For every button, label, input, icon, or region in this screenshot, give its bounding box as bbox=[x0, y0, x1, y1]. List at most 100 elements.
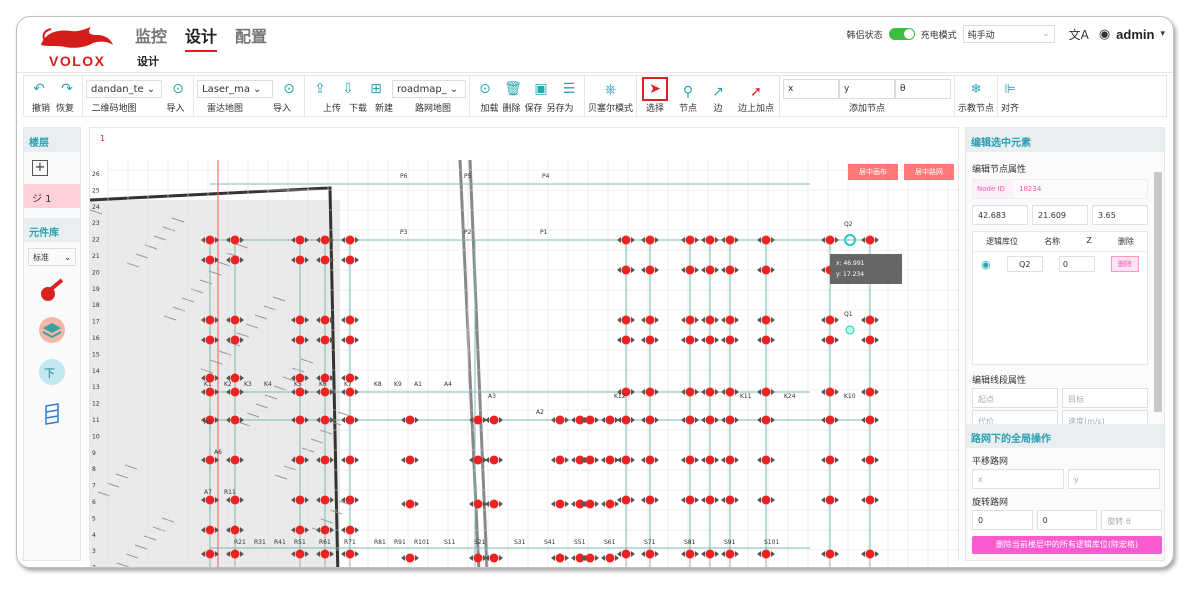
teach-node-group[interactable]: ❄ 示教节点 bbox=[955, 76, 999, 116]
edge-add-node-button[interactable]: ➚ 边上加点 bbox=[736, 83, 776, 114]
import-laser-button[interactable]: ⊙ bbox=[277, 80, 301, 98]
table-row: ◉ Q2 0 删除 bbox=[973, 252, 1147, 276]
delete-button[interactable]: 🗑 bbox=[501, 80, 525, 98]
road-node bbox=[865, 387, 875, 397]
align-group[interactable]: ⊫ 对齐 bbox=[998, 76, 1022, 116]
map-canvas[interactable]: 2625242322212019181716151413121110987654… bbox=[90, 160, 958, 568]
redo-button[interactable]: ↷ bbox=[55, 80, 79, 98]
download-button[interactable]: ⇩ bbox=[336, 80, 360, 98]
upload-button[interactable]: ⇪ bbox=[308, 80, 332, 98]
laser-map-group: Laser_ma ⌄ ⊙ 雷达地图 导入 bbox=[194, 76, 305, 116]
node-tool-button[interactable]: ⚲ 节点 bbox=[676, 83, 700, 114]
row-delete-button[interactable]: 删除 bbox=[1110, 256, 1139, 272]
subtab-design[interactable]: 设计 bbox=[137, 53, 159, 69]
rotate-theta-input[interactable]: 旋转 θ bbox=[1101, 510, 1163, 530]
delete-all-storage-button[interactable]: 删除当前楼层中的所有逻辑库位(除宏格) bbox=[972, 536, 1162, 554]
road-node bbox=[555, 553, 565, 563]
station-status-toggle[interactable] bbox=[888, 28, 915, 40]
road-node bbox=[645, 265, 655, 275]
row-z-input[interactable]: 0 bbox=[1058, 256, 1095, 272]
charge-mode-select[interactable]: 纯手动 ⌄ bbox=[962, 25, 1055, 43]
node-label: S71 bbox=[644, 539, 656, 546]
y-input[interactable]: y bbox=[839, 79, 896, 99]
add-node-label[interactable]: 添加节点 bbox=[849, 101, 885, 114]
undo-icon: ↶ bbox=[33, 81, 45, 97]
theta-input[interactable]: θ bbox=[895, 79, 952, 99]
y-tick-label: 11 bbox=[92, 417, 100, 424]
bezier-label: 贝塞尔模式 bbox=[588, 104, 634, 114]
station-status-label: 韩侣状态 bbox=[846, 30, 883, 41]
node-component-icon[interactable] bbox=[38, 274, 66, 302]
road-node bbox=[761, 315, 771, 325]
road-node bbox=[825, 495, 835, 505]
user-menu[interactable]: admin bbox=[1116, 27, 1154, 42]
rotate-y-input[interactable]: 0 bbox=[1036, 510, 1098, 530]
y-tick-label: 4 bbox=[92, 532, 96, 539]
canvas-panel: 1 26 25 24 23 22 21 20 19 18 17 16 15 14 13 12 11 10 9 8 7 6… bbox=[89, 127, 959, 567]
import-icon: ⊙ bbox=[283, 81, 295, 97]
bezier-group[interactable]: ⎈ 贝塞尔模式 bbox=[585, 76, 638, 116]
road-node bbox=[345, 525, 355, 535]
tab-config[interactable]: 配置 bbox=[235, 23, 267, 52]
translate-icon[interactable]: 文A bbox=[1069, 26, 1089, 43]
node-x-input[interactable]: 42.683 bbox=[972, 205, 1028, 225]
roadmap-select[interactable]: roadmap_ ⌄ bbox=[392, 80, 466, 98]
select-tool-button[interactable]: ➤ 选择 bbox=[640, 77, 670, 114]
road-node bbox=[555, 455, 565, 465]
load-button[interactable]: ⊙ bbox=[473, 80, 497, 98]
road-node bbox=[320, 415, 330, 425]
layers-icon[interactable] bbox=[38, 316, 66, 344]
qr-map-select[interactable]: dandan_te ⌄ bbox=[86, 80, 162, 98]
translate-x-input[interactable]: x bbox=[972, 469, 1064, 489]
station-component-icon[interactable]: 下 bbox=[38, 358, 66, 386]
x-input[interactable]: x bbox=[783, 79, 840, 99]
tab-monitor[interactable]: 监控 bbox=[135, 23, 167, 52]
rotate-x-input[interactable]: 0 bbox=[972, 510, 1033, 530]
road-node bbox=[685, 415, 695, 425]
new-button[interactable]: ⊞ bbox=[364, 80, 388, 98]
node-label: K7 bbox=[344, 381, 352, 388]
road-node bbox=[230, 525, 240, 535]
road-node bbox=[320, 387, 330, 397]
road-node bbox=[761, 387, 771, 397]
road-node bbox=[761, 495, 771, 505]
chevron-down-icon: ⌄ bbox=[449, 83, 459, 95]
segment-target-input[interactable]: 目标 bbox=[1062, 388, 1148, 408]
import-qr-button[interactable]: ⊙ bbox=[166, 80, 190, 98]
y-tick-label: 15 bbox=[92, 351, 100, 358]
tab-design[interactable]: 设计 bbox=[185, 23, 218, 52]
edge-tool-button[interactable]: ↗ 边 bbox=[706, 83, 730, 114]
canvas-tab[interactable]: 1 bbox=[100, 134, 105, 143]
scrollbar[interactable] bbox=[1154, 172, 1162, 412]
shelf-component-icon[interactable] bbox=[38, 400, 66, 428]
node-label: A2 bbox=[536, 409, 544, 416]
laser-map-select[interactable]: Laser_ma ⌄ bbox=[197, 80, 273, 98]
library-select[interactable]: 标准 ⌄ bbox=[28, 248, 76, 266]
node-theta-input[interactable]: 3.65 bbox=[1092, 205, 1148, 225]
road-node bbox=[621, 549, 631, 559]
road-node bbox=[865, 315, 875, 325]
chevron-down-icon[interactable]: ▾ bbox=[1160, 29, 1165, 39]
center-canvas-button[interactable]: 居中画布 bbox=[848, 164, 898, 180]
node-label: S31 bbox=[514, 539, 526, 546]
translate-y-input[interactable]: y bbox=[1068, 469, 1160, 489]
row-name-input[interactable]: Q2 bbox=[1006, 256, 1043, 272]
road-node bbox=[725, 415, 735, 425]
save-button[interactable]: ▣ bbox=[529, 80, 553, 98]
redo-icon: ↷ bbox=[61, 81, 73, 97]
road-node bbox=[761, 415, 771, 425]
road-node bbox=[761, 455, 771, 465]
floor-item[interactable]: ジ 1 bbox=[24, 184, 80, 208]
eye-icon[interactable]: ◉ bbox=[981, 258, 991, 271]
save-as-button[interactable]: ☰ bbox=[557, 80, 581, 98]
redo-label: 恢复 bbox=[56, 104, 75, 114]
segment-start-input[interactable]: 起点 bbox=[972, 388, 1058, 408]
center-net-button[interactable]: 居中路网 bbox=[904, 164, 954, 180]
node-label: R101 bbox=[414, 539, 430, 546]
undo-button[interactable]: ↶ bbox=[27, 80, 51, 98]
add-floor-button[interactable]: + bbox=[32, 160, 48, 176]
road-node bbox=[585, 415, 595, 425]
node-y-input[interactable]: 21.609 bbox=[1032, 205, 1088, 225]
road-node bbox=[705, 315, 715, 325]
road-node bbox=[685, 495, 695, 505]
